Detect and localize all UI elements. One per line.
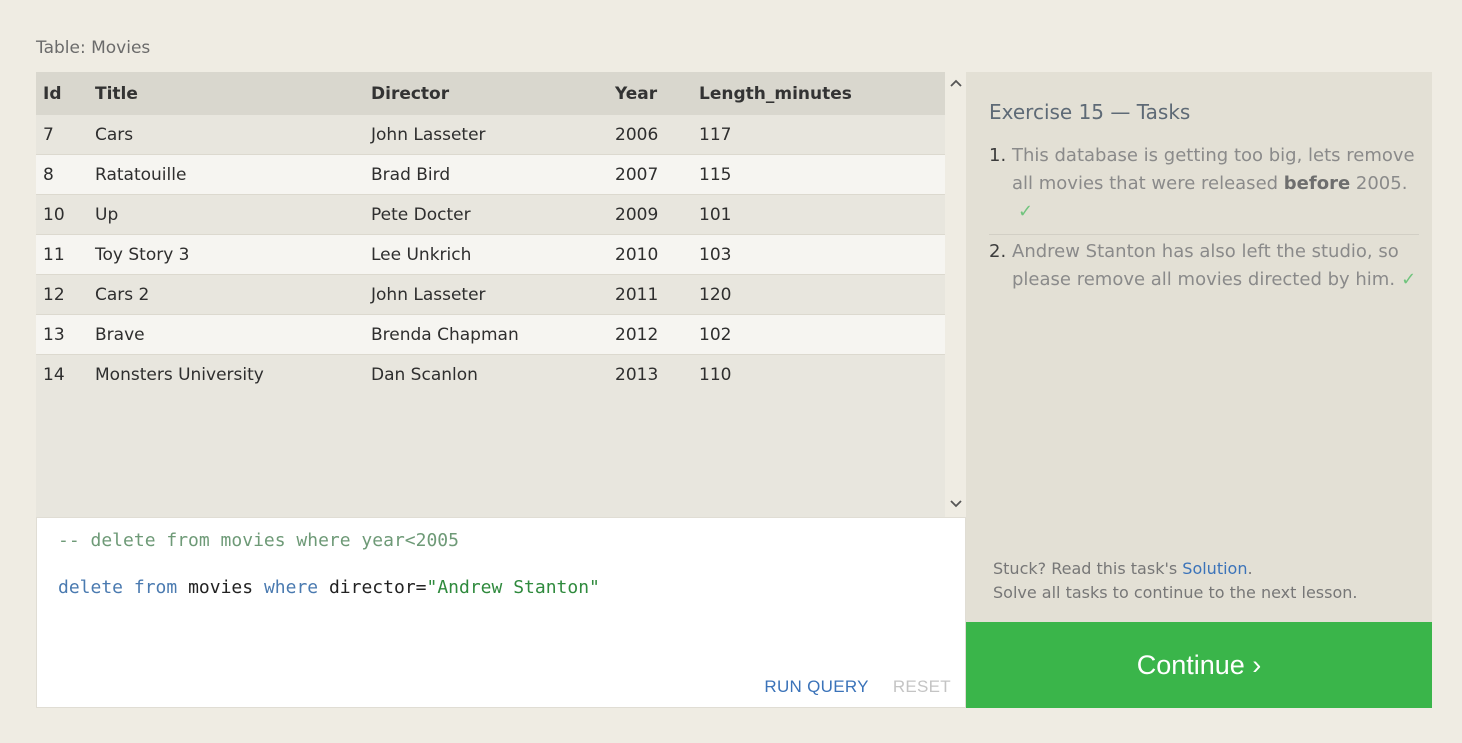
table-header-row: Id Title Director Year Length_minutes [36,72,945,115]
sql-string: "Andrew Stanton" [426,577,600,598]
sql-keyword: from [133,577,178,598]
sql-identifier: director= [318,577,427,598]
solution-link[interactable]: Solution [1182,559,1247,578]
sql-editor[interactable]: -- delete from movies where year<2005 de… [36,517,966,708]
cell-director: John Lasseter [371,124,486,145]
table-row: 14 Monsters University Dan Scanlon 2013 … [36,355,945,395]
cell-director: Pete Docter [371,204,471,225]
cell-length: 120 [699,284,732,305]
task-number: 2. [989,241,1007,262]
cell-year: 2009 [615,204,659,225]
cell-title: Brave [95,324,145,345]
cell-year: 2012 [615,324,659,345]
code-query-line[interactable]: delete from movies where director="Andre… [58,577,600,598]
cell-id: 12 [43,284,65,305]
table-row: 8 Ratatouille Brad Bird 2007 115 [36,155,945,195]
task-text-part: Andrew Stanton has also left the studio,… [1012,241,1399,290]
results-table-panel: Id Title Director Year Length_minutes 7 … [36,72,966,517]
help-suffix: . [1247,559,1253,578]
task-text: This database is getting too big, lets r… [1012,142,1419,226]
cell-length: 102 [699,324,732,345]
task-text-part: 2005. [1350,173,1408,194]
task-text-bold: before [1283,173,1351,194]
table-row: 10 Up Pete Docter 2009 101 [36,195,945,235]
continue-button[interactable]: Continue › [966,622,1432,708]
cell-id: 8 [43,164,54,185]
cell-year: 2013 [615,365,659,385]
tasks-panel: Exercise 15 — Tasks 1. This database is … [966,72,1432,622]
cell-title: Ratatouille [95,164,187,185]
cell-id: 7 [43,124,54,145]
tasks-title: Exercise 15 — Tasks [989,100,1191,124]
cell-year: 2010 [615,244,659,265]
cell-director: Brenda Chapman [371,324,519,345]
cell-director: John Lasseter [371,284,486,305]
cell-id: 13 [43,324,65,345]
reset-button[interactable]: RESET [893,677,951,697]
table-caption: Table: Movies [36,38,151,58]
task-item: 2. Andrew Stanton has also left the stud… [989,238,1419,294]
cell-id: 11 [43,244,65,265]
run-query-button[interactable]: RUN QUERY [764,677,868,697]
cell-title: Cars [95,124,134,145]
code-comment-line[interactable]: -- delete from movies where year<2005 [58,530,459,551]
table-scrollbar[interactable] [945,72,966,517]
cell-title: Toy Story 3 [95,244,190,265]
cell-length: 101 [699,204,732,225]
cell-id: 14 [43,365,65,385]
task-number: 1. [989,145,1007,166]
cell-title: Cars 2 [95,284,150,305]
cell-year: 2011 [615,284,659,305]
sql-space [123,577,134,598]
lesson-page: Table: Movies Id Title Director Year Len… [0,0,1462,743]
column-header-id: Id [43,83,62,104]
table-row: 7 Cars John Lasseter 2006 117 [36,115,945,155]
cell-year: 2007 [615,164,659,185]
table-row: 12 Cars 2 John Lasseter 2011 120 [36,275,945,315]
cell-length: 110 [699,365,732,385]
column-header-length-minutes: Length_minutes [699,83,852,104]
column-header-title: Title [95,83,138,104]
cell-director: Brad Bird [371,164,451,185]
help-prefix: Stuck? Read this task's [993,559,1183,578]
column-header-director: Director [371,83,450,104]
cell-length: 103 [699,244,732,265]
check-icon: ✓ [1401,269,1417,290]
cell-title: Up [95,204,119,225]
chevron-down-icon[interactable] [945,495,966,515]
results-table: Id Title Director Year Length_minutes 7 … [36,72,945,395]
task-text: Andrew Stanton has also left the studio,… [1012,238,1419,294]
cell-director: Dan Scanlon [371,365,478,385]
sql-keyword: delete [58,577,124,598]
cell-year: 2006 [615,124,659,145]
cell-title: Monsters University [95,365,264,385]
cell-id: 10 [43,204,65,225]
task-item: 1. This database is getting too big, let… [989,142,1419,235]
help-line-2: Solve all tasks to continue to the next … [993,583,1358,602]
column-header-year: Year [615,83,658,104]
table-row: 11 Toy Story 3 Lee Unkrich 2010 103 [36,235,945,275]
editor-actions: RUN QUERY RESET [764,677,951,697]
sql-keyword: where [263,577,319,598]
cell-length: 117 [699,124,732,145]
help-text: Stuck? Read this task's Solution. Solve … [993,557,1357,605]
sql-identifier: movies [177,577,264,598]
check-icon: ✓ [1018,201,1034,222]
chevron-up-icon[interactable] [945,74,966,94]
cell-director: Lee Unkrich [371,244,472,265]
cell-length: 115 [699,164,732,185]
table-row: 13 Brave Brenda Chapman 2012 102 [36,315,945,355]
